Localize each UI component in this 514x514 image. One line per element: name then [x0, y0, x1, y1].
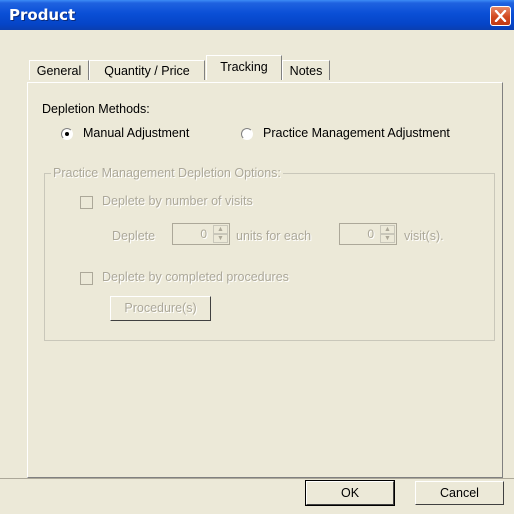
- radio-selected-dot: [65, 132, 69, 136]
- visits-label: visit(s).: [404, 229, 444, 243]
- spinner-arrows-icon[interactable]: ▲ ▼: [213, 225, 228, 243]
- deplete-by-visits-label: Deplete by number of visits: [102, 194, 253, 208]
- visits-spinner[interactable]: 0 ▲ ▼: [339, 223, 397, 245]
- units-for-each-label: units for each: [236, 229, 312, 243]
- units-spinner[interactable]: 0 ▲ ▼: [172, 223, 230, 245]
- deplete-by-procedures-label: Deplete by completed procedures: [102, 270, 289, 284]
- depletion-options-group-title: Practice Management Depletion Options:: [51, 166, 283, 180]
- practice-management-adjustment-radio[interactable]: [241, 128, 253, 140]
- manual-adjustment-radio[interactable]: [61, 128, 73, 140]
- units-value: 0: [200, 227, 207, 241]
- practice-management-adjustment-label[interactable]: Practice Management Adjustment: [263, 126, 450, 140]
- visits-value: 0: [367, 227, 374, 241]
- manual-adjustment-label[interactable]: Manual Adjustment: [83, 126, 189, 140]
- deplete-label: Deplete: [112, 229, 156, 243]
- procedures-button[interactable]: Procedure(s): [110, 296, 211, 321]
- spinner-arrows-icon[interactable]: ▲ ▼: [380, 225, 395, 243]
- deplete-by-procedures-checkbox[interactable]: [80, 272, 93, 285]
- deplete-by-visits-checkbox[interactable]: [80, 196, 93, 209]
- depletion-methods-heading: Depletion Methods:: [42, 102, 150, 116]
